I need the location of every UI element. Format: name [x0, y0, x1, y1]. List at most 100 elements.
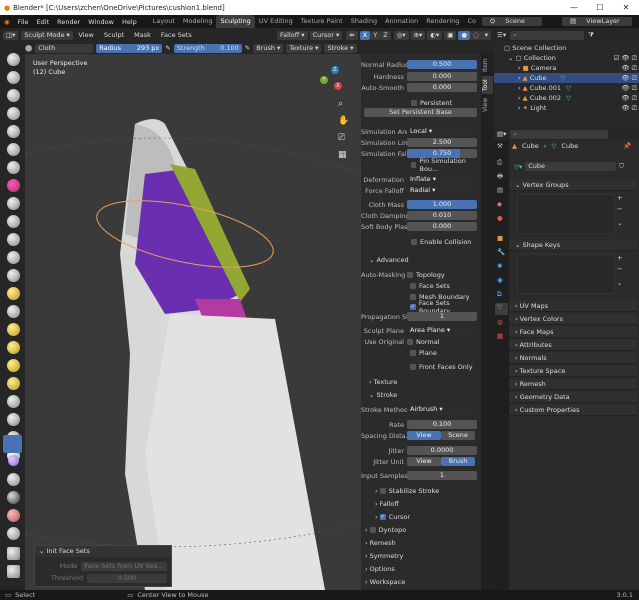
tab-animation[interactable]: Animation — [381, 15, 422, 28]
snake-hook-brush-icon[interactable] — [7, 359, 20, 372]
cloth-brush-active-icon[interactable] — [3, 435, 22, 453]
exclude-checkbox-icon[interactable]: ☑ — [613, 54, 621, 62]
set-persistent-base-button[interactable]: Set Persistent Base — [364, 108, 477, 117]
topology-checkbox[interactable] — [407, 271, 413, 278]
remove-shape-key-button[interactable]: − — [617, 265, 627, 273]
close-button[interactable]: ✕ — [613, 0, 639, 15]
texture-space-header[interactable]: › Texture Space — [509, 366, 637, 377]
properties-search-input[interactable]: ⌕ — [510, 129, 609, 139]
symmetry-icon[interactable]: ⇹ — [346, 30, 358, 40]
rate-field[interactable]: 0.100 — [407, 420, 477, 429]
cursor-checkbox[interactable]: ✓ — [379, 513, 386, 520]
expand-arrow-icon[interactable]: ⌄ — [508, 54, 516, 62]
camera-view-icon[interactable]: ⎚ — [338, 133, 345, 143]
visibility-eye-icon[interactable]: 👁 — [621, 64, 631, 72]
vertex-colors-header[interactable]: › Vertex Colors — [509, 314, 637, 325]
outliner-camera[interactable]: Camera — [531, 64, 557, 72]
visibility-eye-icon[interactable]: 👁 — [621, 54, 631, 62]
view-object-types-icon[interactable]: ◎▾ — [393, 30, 409, 40]
face-sets-boundary-checkbox[interactable]: ✓ — [410, 303, 416, 310]
simulation-area-dropdown[interactable]: Local ▾ — [407, 127, 477, 136]
minimize-button[interactable]: — — [561, 0, 587, 15]
filter-icon[interactable]: ⧩ — [588, 31, 594, 40]
draw-sharp-brush-icon[interactable] — [7, 71, 20, 84]
mode-selector[interactable]: Sculpt Mode ▾ — [21, 30, 74, 40]
axis-x-toggle[interactable]: X — [359, 30, 371, 40]
box-hide-icon[interactable] — [7, 547, 20, 560]
menu-help[interactable]: Help — [118, 18, 141, 26]
cloth-damping-field[interactable]: 0.010 — [407, 211, 477, 220]
visibility-eye-icon[interactable]: 👁 — [621, 94, 631, 102]
shading-options-icon[interactable]: ▾ — [481, 30, 491, 40]
outliner-scene-collection[interactable]: Scene Collection — [512, 44, 566, 52]
jitter-unit-brush-button[interactable]: Brush — [441, 457, 475, 466]
face-maps-header[interactable]: › Face Maps — [509, 327, 637, 338]
multiplane-scrape-brush-icon[interactable] — [7, 287, 20, 300]
deformation-dropdown[interactable]: Inflate ▾ — [407, 175, 477, 184]
scrape-brush-icon[interactable] — [7, 269, 20, 282]
normal-radius-field[interactable]: 0.500 — [407, 60, 477, 69]
object-tab-icon[interactable]: ■ — [497, 234, 503, 242]
pin-icon[interactable]: 📌 — [623, 142, 631, 150]
strength-pressure-icon[interactable]: ✎ — [245, 44, 250, 52]
tab-layout[interactable]: Layout — [149, 15, 179, 28]
smooth-brush-icon[interactable] — [7, 215, 20, 228]
gizmo-icon[interactable]: ⊕▾ — [410, 30, 426, 40]
outliner-editor-icon[interactable]: ☰▾ — [497, 31, 506, 39]
plane-checkbox[interactable] — [410, 349, 416, 356]
simplify-brush-icon[interactable] — [7, 473, 20, 486]
perspective-toggle-icon[interactable]: ▦ — [338, 150, 347, 160]
constraints-tab-icon[interactable]: ⧉ — [497, 290, 502, 299]
render-camera-icon[interactable]: ⎚ — [632, 94, 639, 103]
remesh-header[interactable]: › Remesh — [509, 379, 637, 390]
tab-rendering[interactable]: Rendering — [422, 15, 463, 28]
front-faces-checkbox[interactable] — [410, 363, 416, 370]
header-view-menu[interactable]: View — [73, 31, 98, 39]
outliner-cube[interactable]: Cube — [530, 74, 547, 82]
menu-render[interactable]: Render — [53, 18, 84, 26]
axis-y-toggle[interactable]: Y — [370, 30, 381, 40]
add-vertex-group-button[interactable]: + — [617, 194, 627, 202]
overlays-icon[interactable]: ◐▾ — [427, 30, 443, 40]
outliner-light[interactable]: Light — [530, 104, 546, 112]
clay-strips-brush-icon[interactable] — [7, 107, 20, 120]
dyntopo-checkbox[interactable] — [369, 526, 376, 533]
sculpt-plane-dropdown[interactable]: Area Plane ▾ — [407, 326, 477, 335]
visibility-eye-icon[interactable]: 👁 — [621, 104, 631, 112]
cloth-mass-field[interactable]: 1.000 — [407, 200, 477, 209]
normal-checkbox[interactable] — [407, 338, 413, 345]
flatten-brush-icon[interactable] — [7, 233, 20, 246]
view-layer-tab-icon[interactable]: ▤ — [497, 186, 503, 194]
scene-tab-icon[interactable]: ◆ — [497, 200, 502, 208]
custom-properties-header[interactable]: › Custom Properties — [509, 405, 637, 416]
spacing-view-button[interactable]: View — [407, 431, 441, 440]
particles-tab-icon[interactable]: ✺ — [497, 262, 502, 270]
falloff-section-header[interactable]: › Falloff — [361, 498, 481, 509]
fill-brush-icon[interactable] — [7, 251, 20, 264]
options-section-header[interactable]: › Options — [361, 563, 481, 574]
pin-boundary-checkbox[interactable] — [411, 161, 417, 168]
scene-selector[interactable]: ⛭ Scene — [481, 17, 542, 26]
outliner-collection[interactable]: Collection — [524, 54, 556, 62]
physics-tab-icon[interactable]: ◉ — [497, 276, 503, 284]
normals-header[interactable]: › Normals — [509, 353, 637, 364]
nudge-brush-icon[interactable] — [7, 413, 20, 426]
outliner-cube-002[interactable]: Cube.002 — [530, 94, 561, 102]
stabilize-stroke-header[interactable]: › Stabilize Stroke — [361, 485, 481, 496]
thumb-brush-icon[interactable] — [7, 377, 20, 390]
outliner-search-input[interactable]: ⌕ — [510, 30, 585, 40]
render-camera-icon[interactable]: ⎚ — [632, 84, 639, 93]
editor-type-icon[interactable]: ◫▾ — [3, 30, 19, 40]
render-tab-icon[interactable]: ⎙ — [497, 158, 502, 167]
menu-edit[interactable]: Edit — [33, 18, 54, 26]
tab-view[interactable]: View — [482, 96, 493, 114]
render-camera-icon[interactable]: ⎚ — [632, 54, 639, 63]
dyntopo-section-header[interactable]: › Dyntopo — [361, 524, 481, 535]
view-layer-selector[interactable]: ▤ ViewLayer — [561, 17, 632, 26]
jitter-field[interactable]: 0.0000 — [407, 446, 477, 455]
mode-dropdown[interactable]: Face Sets from UV Sea... — [81, 561, 167, 571]
spacing-scene-button[interactable]: Scene — [441, 431, 475, 440]
stabilize-stroke-checkbox[interactable] — [379, 487, 386, 494]
header-sculpt-menu[interactable]: Sculpt — [99, 31, 129, 39]
stroke-popover[interactable]: Stroke ▾ — [324, 43, 357, 53]
